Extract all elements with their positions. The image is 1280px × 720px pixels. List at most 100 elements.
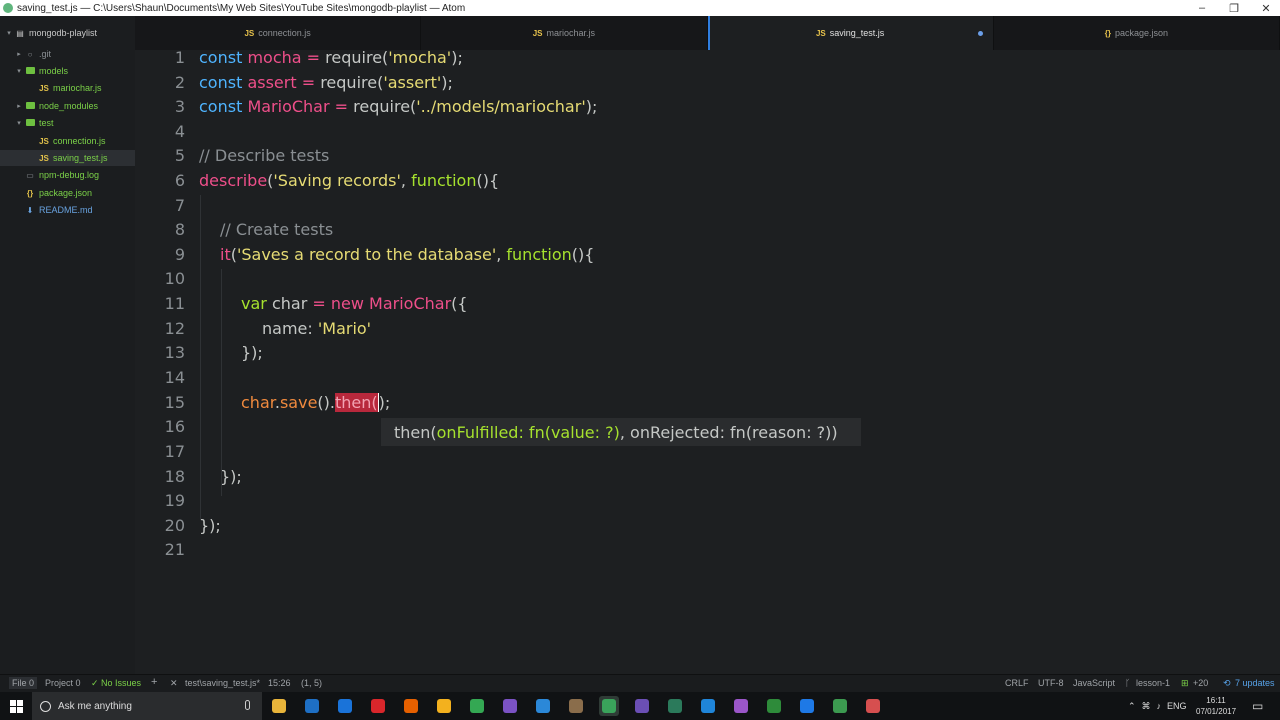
taskbar-app-icon[interactable] [632,696,652,716]
linter-status[interactable]: ✓ No Issues [91,678,141,689]
linter-file-count[interactable]: File 0 [9,677,38,689]
line-number: 21 [164,540,185,559]
app-icon [470,699,484,713]
code-line-12: name: 'Mario' [262,319,372,338]
taskbar-app-icon[interactable] [335,696,355,716]
app-icon [800,699,814,713]
tree-item-npm-debug[interactable]: ▭ npm-debug.log [24,167,99,183]
language-indicator[interactable]: ENG [1167,701,1187,711]
taskbar-app-icon[interactable] [467,696,487,716]
folder-open-icon [24,118,36,128]
tree-item-package-json[interactable]: {} package.json [24,185,92,201]
taskbar-app-icon[interactable] [368,696,388,716]
tree-item-connection[interactable]: JS connection.js [38,133,105,149]
taskbar-app-icon[interactable] [764,696,784,716]
tree-item-saving-test[interactable]: JS saving_test.js [0,150,135,166]
add-icon[interactable]: + [151,676,157,688]
tree-item-readme[interactable]: ⬇ README.md [24,202,93,218]
git-branch[interactable]: lesson-1 [1136,678,1170,688]
windows-taskbar: Ask me anything ⌃ ⌘ ♪ ENG 16:11 07/01/20… [0,692,1280,720]
code-line-13: }); [241,343,263,362]
restore-button[interactable]: ❐ [1218,0,1250,16]
taskbar-app-icon[interactable] [863,696,883,716]
taskbar-app-icon[interactable] [731,696,751,716]
taskbar-app-icon[interactable] [401,696,421,716]
window-title: saving_test.js — C:\Users\Shaun\Document… [17,2,466,14]
line-ending-selector[interactable]: CRLF [1005,678,1029,688]
close-icon[interactable]: ✕ [170,678,178,689]
app-icon [536,699,550,713]
clock[interactable]: 16:11 07/01/2017 [1196,695,1236,717]
taskbar-app-icon[interactable] [830,696,850,716]
taskbar-app-icon[interactable] [599,696,619,716]
tree-item-label: README.md [39,205,93,215]
volume-icon[interactable]: ♪ [1157,701,1162,711]
minimize-button[interactable]: – [1186,0,1218,16]
network-icon[interactable]: ⌘ [1142,701,1151,712]
tab-label: saving_test.js [829,28,885,38]
tree-view: ▾ ▤ mongodb-playlist ▸ ○ .git ▾ models J… [0,16,135,674]
close-button[interactable]: ✕ [1250,0,1280,16]
tab-package-json[interactable]: {} package.json [994,16,1280,50]
start-button[interactable] [0,692,32,720]
markdown-file-icon: ⬇ [26,205,34,215]
chevron-up-icon[interactable]: ⌃ [1128,701,1136,712]
encoding-selector[interactable]: UTF-8 [1038,678,1064,688]
tab-connection-js[interactable]: JS connection.js [135,16,422,50]
tree-item-test[interactable]: ▾ test [14,115,53,131]
tree-item-label: models [39,66,69,76]
js-file-icon: JS [39,153,49,163]
app-icon [272,699,286,713]
file-path[interactable]: test\saving_test.js* [185,678,260,688]
taskbar-app-icon[interactable] [665,696,685,716]
app-icon [305,699,319,713]
microphone-icon[interactable] [245,700,250,710]
taskbar-app-icon[interactable] [566,696,586,716]
app-icon [866,699,880,713]
git-diff-icon: ⊞ [1181,678,1189,688]
highlighted-method: then [334,393,372,412]
taskbar-app-icon[interactable] [533,696,553,716]
indent-guide [221,269,222,496]
line-number: 7 [174,196,185,215]
notifications-icon[interactable]: ▭ [1252,692,1263,720]
tab-saving-test-js[interactable]: JS saving_test.js [707,16,994,50]
code-line-9: it('Saves a record to the database', fun… [220,245,595,264]
autocomplete-signature-tooltip[interactable]: then(onFulfilled: fn(value: ?), onReject… [381,418,861,446]
cursor-position[interactable]: 15:26 [268,678,291,688]
cortana-search-box[interactable]: Ask me anything [32,692,262,720]
app-icon [635,699,649,713]
line-number: 12 [164,319,185,338]
grammar-selector[interactable]: JavaScript [1073,678,1115,688]
taskbar-app-icon[interactable] [434,696,454,716]
modified-indicator-icon[interactable] [977,31,983,36]
taskbar-app-icon[interactable] [302,696,322,716]
tab-mariochar-js[interactable]: JS mariochar.js [421,16,708,50]
json-file-icon: {} [26,188,34,198]
json-file-icon: {} [1104,28,1111,38]
tree-root[interactable]: ▾ ▤ mongodb-playlist [4,25,97,41]
update-icon: ⟲ [1223,678,1231,688]
code-line-15: char.save().then(); [241,393,391,412]
line-number: 11 [164,294,185,313]
line-number: 2 [174,73,185,92]
js-file-icon: JS [39,136,49,146]
taskbar-app-icon[interactable] [698,696,718,716]
taskbar-app-icon[interactable] [500,696,520,716]
code-editor[interactable]: 1 2 3 4 5 6 7 8 9 10 11 12 13 14 15 16 1… [135,48,1280,674]
tree-item-label: npm-debug.log [39,170,100,180]
app-icon [404,699,418,713]
tree-item-models[interactable]: ▾ models [14,63,68,79]
folder-icon: ○ [27,49,33,59]
tree-item-node-modules[interactable]: ▸ node_modules [14,98,98,114]
tree-item-git[interactable]: ▸ ○ .git [14,46,51,62]
linter-project-count[interactable]: Project 0 [45,678,81,688]
tree-item-mariochar[interactable]: JS mariochar.js [38,80,101,96]
taskbar-app-icon[interactable] [797,696,817,716]
line-number: 16 [164,417,185,436]
code-line-3: const MarioChar = require('../models/mar… [199,97,598,116]
taskbar-app-icon[interactable] [269,696,289,716]
updates-link[interactable]: 7 updates [1235,678,1275,688]
windows-logo-icon [9,699,23,713]
git-changes[interactable]: +20 [1193,678,1208,688]
